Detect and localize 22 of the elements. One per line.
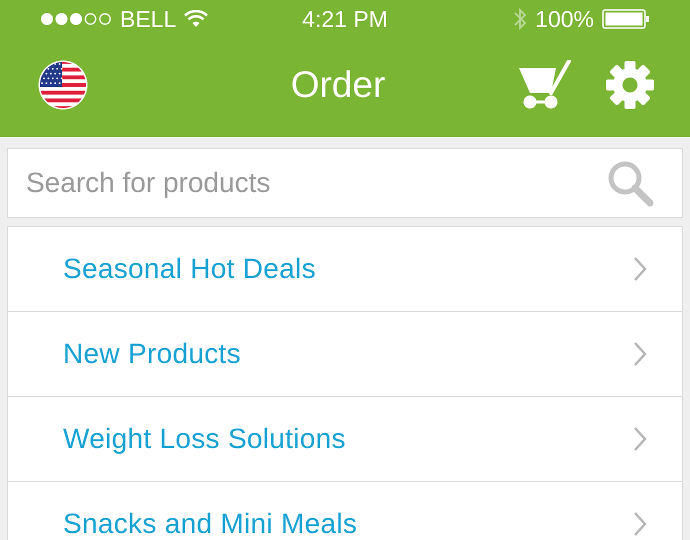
chevron-icon [633,256,647,282]
chevron-icon [633,426,647,452]
search-field[interactable]: Search for products [7,148,683,218]
battery-icon [602,9,650,29]
cart-icon[interactable] [518,60,572,110]
search-input[interactable]: Search for products [24,166,606,200]
category-row[interactable]: Seasonal Hot Deals [8,227,682,312]
battery-percent: 100% [535,8,594,30]
carrier-name: BELL [120,8,176,30]
screen-title: Order [290,64,386,106]
settings-icon[interactable] [605,60,655,110]
chevron-icon [633,511,647,537]
search-icon[interactable] [606,159,654,207]
bluetooth-icon [513,7,528,31]
wifi-icon [184,10,208,28]
category-row[interactable]: Weight Loss Solutions [8,397,682,482]
category-row[interactable]: Snacks and Mini Meals [8,482,682,540]
signal-icon [40,12,112,26]
category-row[interactable]: New Products [8,312,682,397]
chevron-icon [633,341,647,367]
status-time: 4:21 PM [302,8,388,30]
flag-icon[interactable] [38,60,88,110]
